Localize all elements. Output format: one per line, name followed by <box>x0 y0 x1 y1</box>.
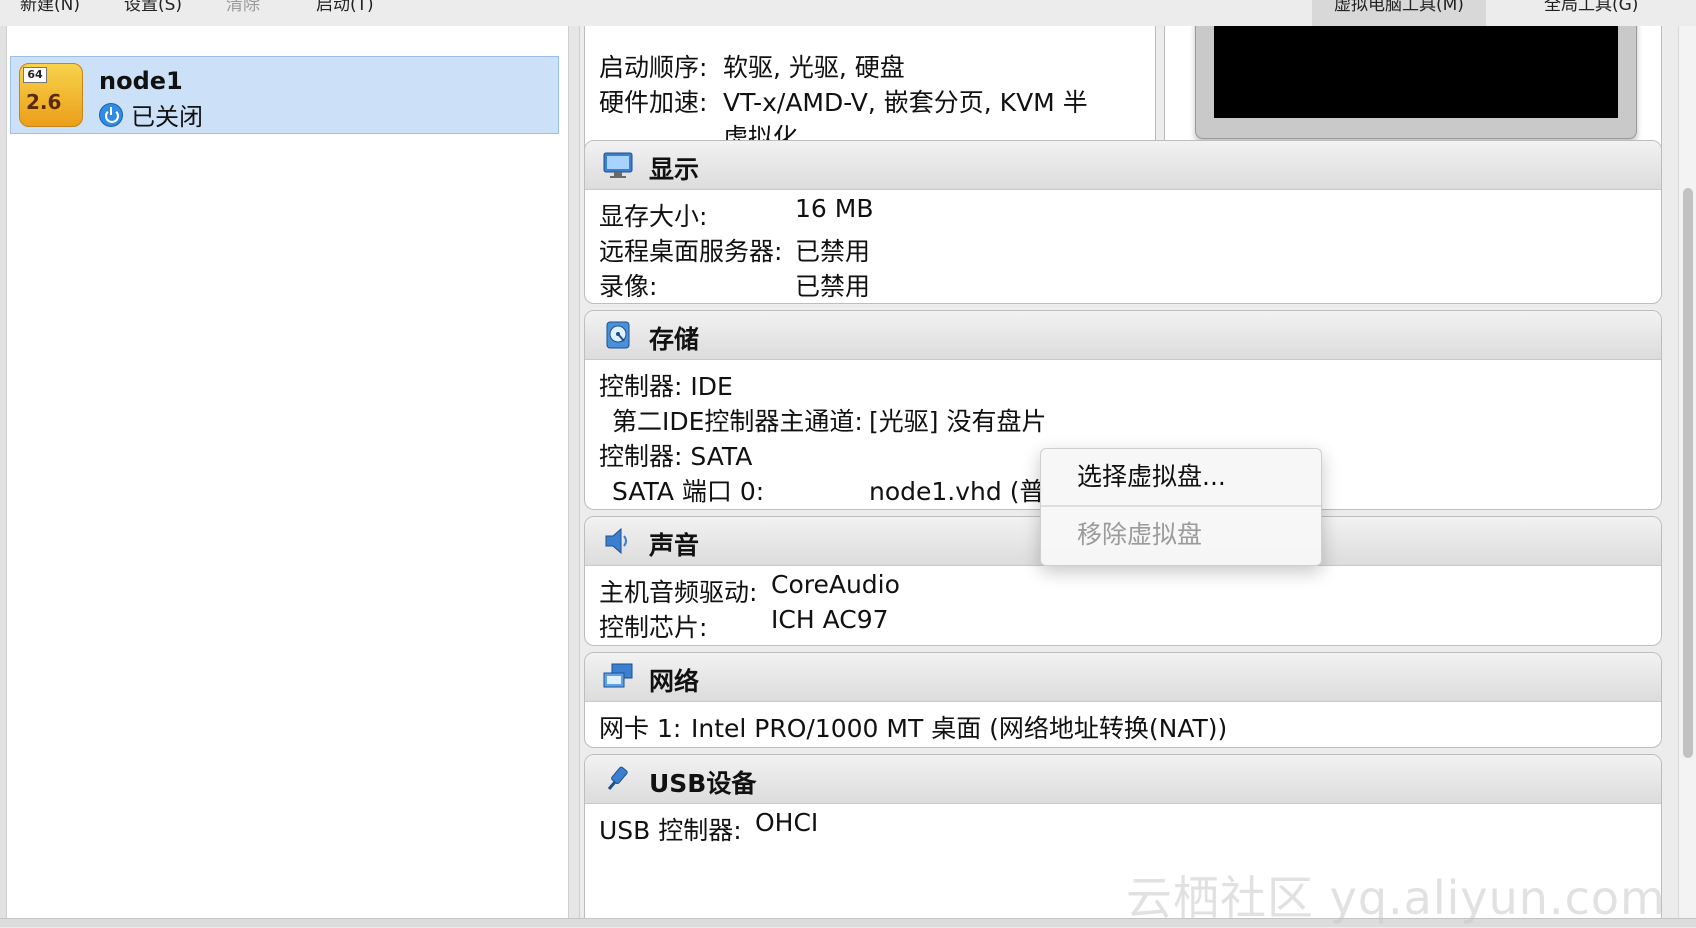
window-edge <box>0 26 7 920</box>
remove-virtual-disk-item[interactable]: 移除虚拟盘 <box>1041 509 1321 561</box>
video-memory-label: 显存大小: <box>599 202 708 231</box>
sata-port0-value[interactable]: node1.vhd (普 <box>869 472 1044 508</box>
recording-value: 已禁用 <box>795 272 871 301</box>
vm-list: 64 2.6 node1 已关闭 <box>0 26 569 920</box>
display-header[interactable]: 显示 <box>585 141 1661 190</box>
vm-os-icon: 64 2.6 <box>19 63 83 127</box>
display-section: 显示 显存大小: 16 MB 远程桌面服务器: 已禁用 录像: 已禁用 <box>584 140 1662 304</box>
speaker-icon <box>605 527 627 555</box>
scrollbar-thumb[interactable] <box>1683 188 1693 758</box>
start-button[interactable]: 启动(T) <box>316 0 374 15</box>
menu-separator <box>1041 505 1321 507</box>
vertical-scrollbar[interactable] <box>1678 26 1696 920</box>
network-title: 网络 <box>649 667 700 696</box>
hard-disk-icon <box>606 321 630 349</box>
usb-icon <box>607 766 628 790</box>
vm-state-label: 已关闭 <box>131 103 203 131</box>
monitor-icon <box>603 152 633 178</box>
arch-badge: 64 <box>23 67 47 83</box>
boot-order-label: 启动顺序: <box>599 53 708 82</box>
discard-button[interactable]: 清除 <box>226 0 260 15</box>
context-menu: 选择虚拟盘... 移除虚拟盘 <box>1040 448 1322 566</box>
preview-screen <box>1214 26 1618 118</box>
audio-controller-label: 控制芯片: <box>599 613 708 642</box>
remote-desktop-label: 远程桌面服务器: <box>599 237 783 266</box>
choose-virtual-disk-item[interactable]: 选择虚拟盘... <box>1041 451 1321 503</box>
usb-controller-value: OHCI <box>755 808 819 837</box>
storage-title: 存储 <box>649 325 700 354</box>
storage-header[interactable]: 存储 <box>585 311 1661 360</box>
usb-title: USB设备 <box>649 769 757 798</box>
usb-controller-label: USB 控制器: <box>599 816 742 845</box>
preview-monitor <box>1195 26 1637 139</box>
sata-port0-label: SATA 端口 0: <box>612 477 765 506</box>
network-header[interactable]: 网络 <box>585 653 1661 702</box>
tab-global-tools[interactable]: 全局工具(G) <box>1522 0 1660 26</box>
host-driver-label: 主机音频驱动: <box>599 578 758 607</box>
watermark: 云栖社区 yq.aliyun.com <box>1126 871 1666 925</box>
vm-name: node1 <box>99 67 183 95</box>
ide-secondary-master-value[interactable]: [光驱] 没有盘片 <box>869 402 1046 438</box>
os-version-label: 2.6 <box>26 90 62 114</box>
video-memory-value: 16 MB <box>795 194 874 223</box>
host-driver-value: CoreAudio <box>771 570 900 599</box>
network-section: 网络 网卡 1: Intel PRO/1000 MT 桌面 (网络地址转换(NA… <box>584 652 1662 748</box>
ide-secondary-master-label: 第二IDE控制器主通道: <box>612 407 863 436</box>
adapter1-label: 网卡 1: <box>599 714 682 743</box>
power-off-icon <box>99 102 123 127</box>
acceleration-value-line1: VT-x/AMD-V, 嵌套分页, KVM 半 <box>723 88 1088 117</box>
audio-title: 声音 <box>649 531 700 560</box>
controller-sata-label: 控制器: SATA <box>599 442 753 471</box>
acceleration-label: 硬件加速: <box>599 88 708 117</box>
usb-header[interactable]: USB设备 <box>585 755 1661 804</box>
vm-status: 已关闭 <box>99 97 203 132</box>
controller-ide-label: 控制器: IDE <box>599 372 733 401</box>
display-title: 显示 <box>649 155 700 184</box>
adapter1-value: Intel PRO/1000 MT 桌面 (网络地址转换(NAT)) <box>691 714 1228 743</box>
new-button[interactable]: 新建(N) <box>20 0 80 15</box>
pane-splitter[interactable] <box>568 26 580 920</box>
audio-controller-value: ICH AC97 <box>771 605 889 634</box>
settings-button[interactable]: 设置(S) <box>124 0 182 15</box>
network-icon <box>603 663 633 688</box>
recording-label: 录像: <box>599 272 658 301</box>
boot-order-value: 软驱, 光驱, 硬盘 <box>723 53 905 82</box>
remote-desktop-value: 已禁用 <box>795 237 871 266</box>
tab-machine-tools[interactable]: 虚拟电脑工具(M) <box>1312 0 1486 26</box>
vm-list-item-node1[interactable]: 64 2.6 node1 已关闭 <box>10 56 559 134</box>
toolbar: 新建(N) 设置(S) 清除 启动(T) 虚拟电脑工具(M) 全局工具(G) <box>0 0 1696 27</box>
